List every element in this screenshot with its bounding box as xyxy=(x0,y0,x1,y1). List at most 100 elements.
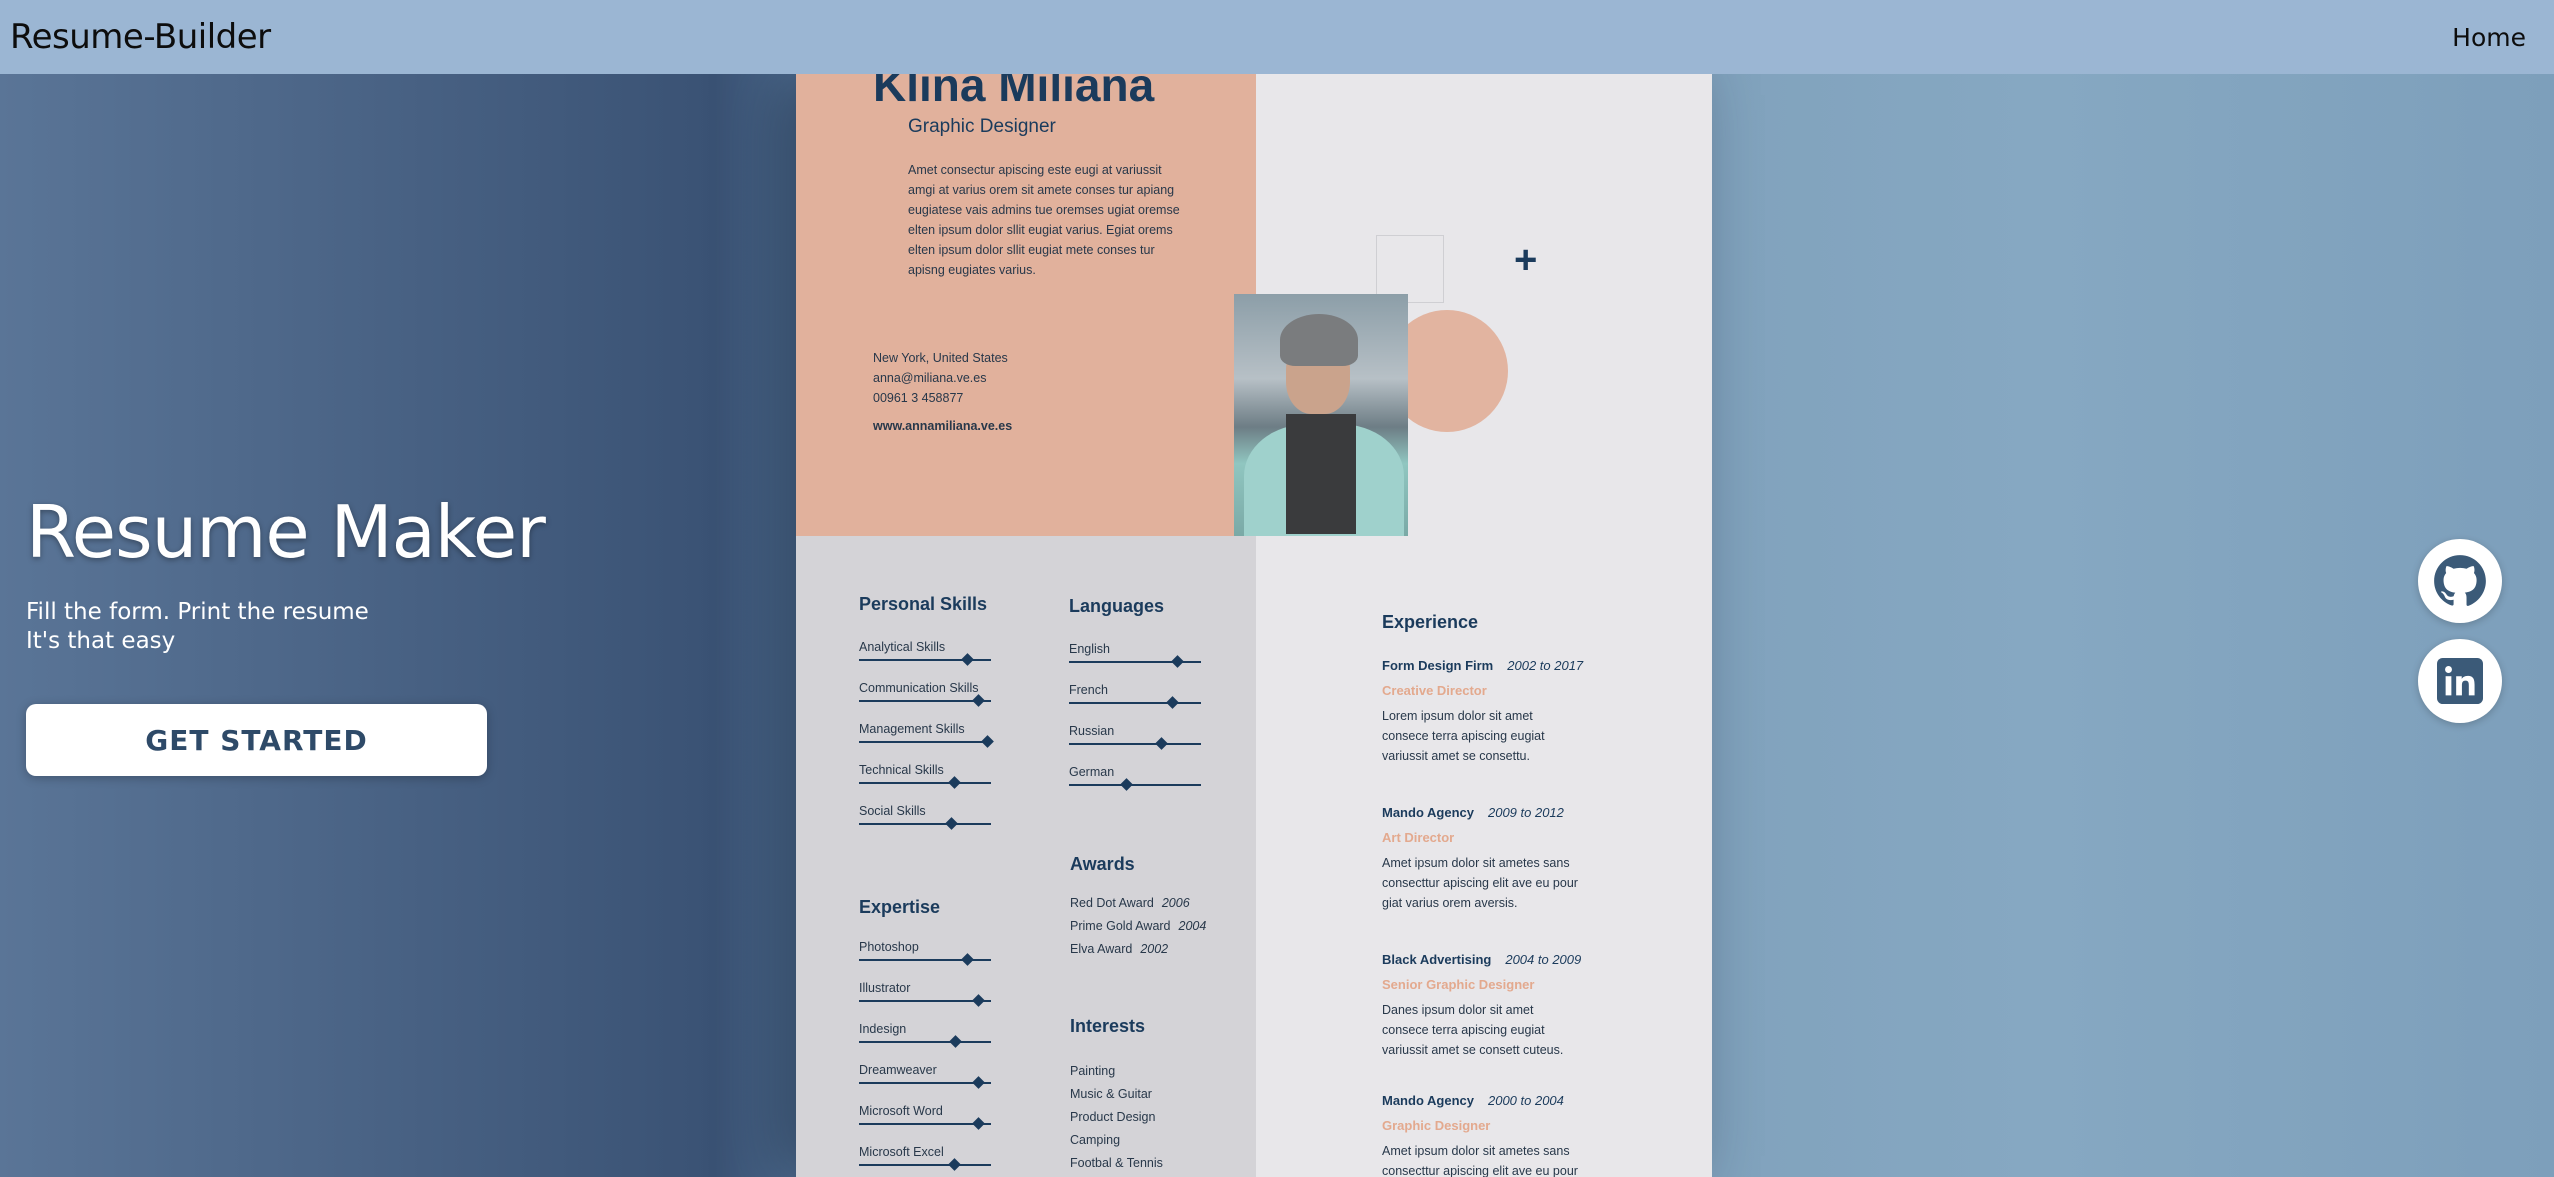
skill-level-marker xyxy=(948,776,961,789)
skill-level-marker xyxy=(945,817,959,830)
experience-role: Creative Director xyxy=(1382,683,1487,698)
personal-skills-title: Personal Skills xyxy=(859,594,988,614)
skill-label: English xyxy=(1069,642,1110,656)
skill-row: Management Skills xyxy=(859,722,994,763)
contact-phone: 00961 3 458877 xyxy=(873,391,964,405)
skill-label: Russian xyxy=(1069,724,1115,738)
resume-preview-image: Klina Miliana Graphic Designer Amet cons… xyxy=(796,74,1712,1177)
interest-item: Camping xyxy=(1070,1133,1121,1147)
awards-list: Red Dot Award 2006 Prime Gold Award 2004 Elv… xyxy=(1070,892,1206,961)
skill-row: Dreamweaver xyxy=(859,1063,991,1104)
skill-level-marker xyxy=(1166,696,1179,709)
skill-row: Technical Skills xyxy=(859,763,991,804)
skill-bar xyxy=(859,741,991,743)
award-item: Elva Award 2002 xyxy=(1070,938,1206,961)
interest-item: Music & Guitar xyxy=(1070,1087,1152,1101)
skill-level-marker xyxy=(971,694,985,707)
expertise-list: Photoshop Illustrator Indesign Dreamweaver M… xyxy=(859,940,991,1177)
skill-label: Photoshop xyxy=(859,940,919,954)
skill-row: Russian xyxy=(1069,724,1201,765)
skill-level-marker xyxy=(961,953,975,966)
skill-label: Technical Skills xyxy=(859,763,944,777)
skill-row: Microsoft Excel xyxy=(859,1145,991,1177)
resume-contact: New York, United States anna@miliana.ve.… xyxy=(873,348,1012,436)
skill-bar xyxy=(859,1041,991,1043)
experience-company: Form Design Firm xyxy=(1382,658,1494,673)
personal-skills-list: Analytical Skills Communication Skills Man… xyxy=(859,640,994,845)
linkedin-icon xyxy=(2437,658,2483,704)
get-started-button[interactable]: GET STARTED xyxy=(26,704,487,776)
interest-item: Painting xyxy=(1070,1064,1116,1078)
award-name: Red Dot Award xyxy=(1070,896,1154,910)
skill-level-marker xyxy=(949,1035,963,1048)
experience-period: 2000 to 2004 xyxy=(1487,1093,1564,1108)
skill-bar xyxy=(859,782,991,784)
expertise-title: Expertise xyxy=(859,897,941,917)
navbar: Resume-Builder Home xyxy=(0,0,2554,74)
experience-period: 2004 to 2009 xyxy=(1505,952,1582,967)
nav-home-link[interactable]: Home xyxy=(2452,23,2526,52)
skill-level-marker xyxy=(971,1076,985,1089)
skill-row: Social Skills xyxy=(859,804,991,845)
skill-level-marker xyxy=(961,653,975,666)
languages-title: Languages xyxy=(1069,596,1165,616)
skill-bar xyxy=(1069,743,1201,745)
experience-role: Graphic Designer xyxy=(1382,1118,1491,1133)
resume-role: Graphic Designer xyxy=(908,116,1056,137)
interest-item: Product Design xyxy=(1070,1110,1156,1124)
experience-item: Form Design Firm 2002 to 2017 Creative Dir… xyxy=(1382,658,1584,766)
skill-bar xyxy=(859,823,991,825)
skill-label: German xyxy=(1069,765,1115,779)
experience-role: Art Director xyxy=(1382,830,1455,845)
experience-item: Mando Agency 2000 to 2004 Graphic Designer… xyxy=(1382,1093,1582,1177)
skill-row: Microsoft Word xyxy=(859,1104,991,1145)
experience-description: Amet ipsum dolor sit ametes sans consect… xyxy=(1382,856,1578,910)
skill-row: English xyxy=(1069,642,1201,683)
skill-label: Dreamweaver xyxy=(859,1063,937,1077)
github-button[interactable] xyxy=(2418,539,2502,623)
plus-icon: + xyxy=(1514,238,1538,282)
linkedin-button[interactable] xyxy=(2418,639,2502,723)
award-name: Elva Award xyxy=(1070,942,1133,956)
profile-photo xyxy=(1234,294,1408,536)
skill-row: French xyxy=(1069,683,1201,724)
award-item: Red Dot Award 2006 xyxy=(1070,892,1206,915)
skill-row: Analytical Skills xyxy=(859,640,991,681)
award-year: 2006 xyxy=(1161,896,1190,910)
experience-period: 2009 to 2012 xyxy=(1487,805,1564,820)
skill-row: Illustrator xyxy=(859,981,991,1022)
award-item: Prime Gold Award 2004 xyxy=(1070,915,1206,938)
interests-list: Painting Music & Guitar Product Design Camp… xyxy=(1070,1060,1163,1175)
hero-subtitle: Fill the form. Print the resume It's tha… xyxy=(26,598,496,656)
skill-label: Analytical Skills xyxy=(859,640,946,654)
skill-row: Communication Skills xyxy=(859,681,991,722)
interest-item: Footbal & Tennis xyxy=(1070,1156,1163,1170)
experience-header: Mando Agency 2000 to 2004 xyxy=(1382,1093,1582,1108)
skill-level-marker xyxy=(948,1158,961,1171)
skill-label: Indesign xyxy=(859,1022,907,1036)
languages-list: English French Russian German xyxy=(1069,642,1201,806)
skill-label: Microsoft Excel xyxy=(859,1145,944,1159)
brand-logo[interactable]: Resume-Builder xyxy=(10,17,271,57)
experience-role: Senior Graphic Designer xyxy=(1382,977,1535,992)
experience-company: Mando Agency xyxy=(1382,805,1474,820)
skill-label: Social Skills xyxy=(859,804,926,818)
hero-section: Resume Maker Fill the form. Print the re… xyxy=(26,490,546,776)
skill-level-marker xyxy=(1171,655,1185,668)
skill-level-marker xyxy=(971,994,985,1007)
experience-title: Experience xyxy=(1382,612,1479,632)
experience-header: Mando Agency 2009 to 2012 xyxy=(1382,805,1582,820)
hero-subtitle-line1: Fill the form. Print the resume xyxy=(26,599,369,625)
skill-bar xyxy=(1069,702,1201,704)
resume-name: Klina Miliana xyxy=(873,74,1155,111)
experience-header: Form Design Firm 2002 to 2017 xyxy=(1382,658,1584,673)
contact-website: www.annamiliana.ve.es xyxy=(873,419,1013,433)
skill-row: German xyxy=(1069,765,1201,806)
experience-item: Black Advertising 2004 to 2009 Senior Grap… xyxy=(1382,952,1582,1060)
skill-bar xyxy=(1069,784,1201,786)
experience-description: Amet ipsum dolor sit ametes sans consect… xyxy=(1382,1144,1578,1177)
resume-bio: Amet consectur apiscing este eugi at var… xyxy=(908,163,1180,277)
skill-label: Microsoft Word xyxy=(859,1104,943,1118)
experience-header: Black Advertising 2004 to 2009 xyxy=(1382,952,1582,967)
experience-period: 2002 to 2017 xyxy=(1507,658,1584,673)
